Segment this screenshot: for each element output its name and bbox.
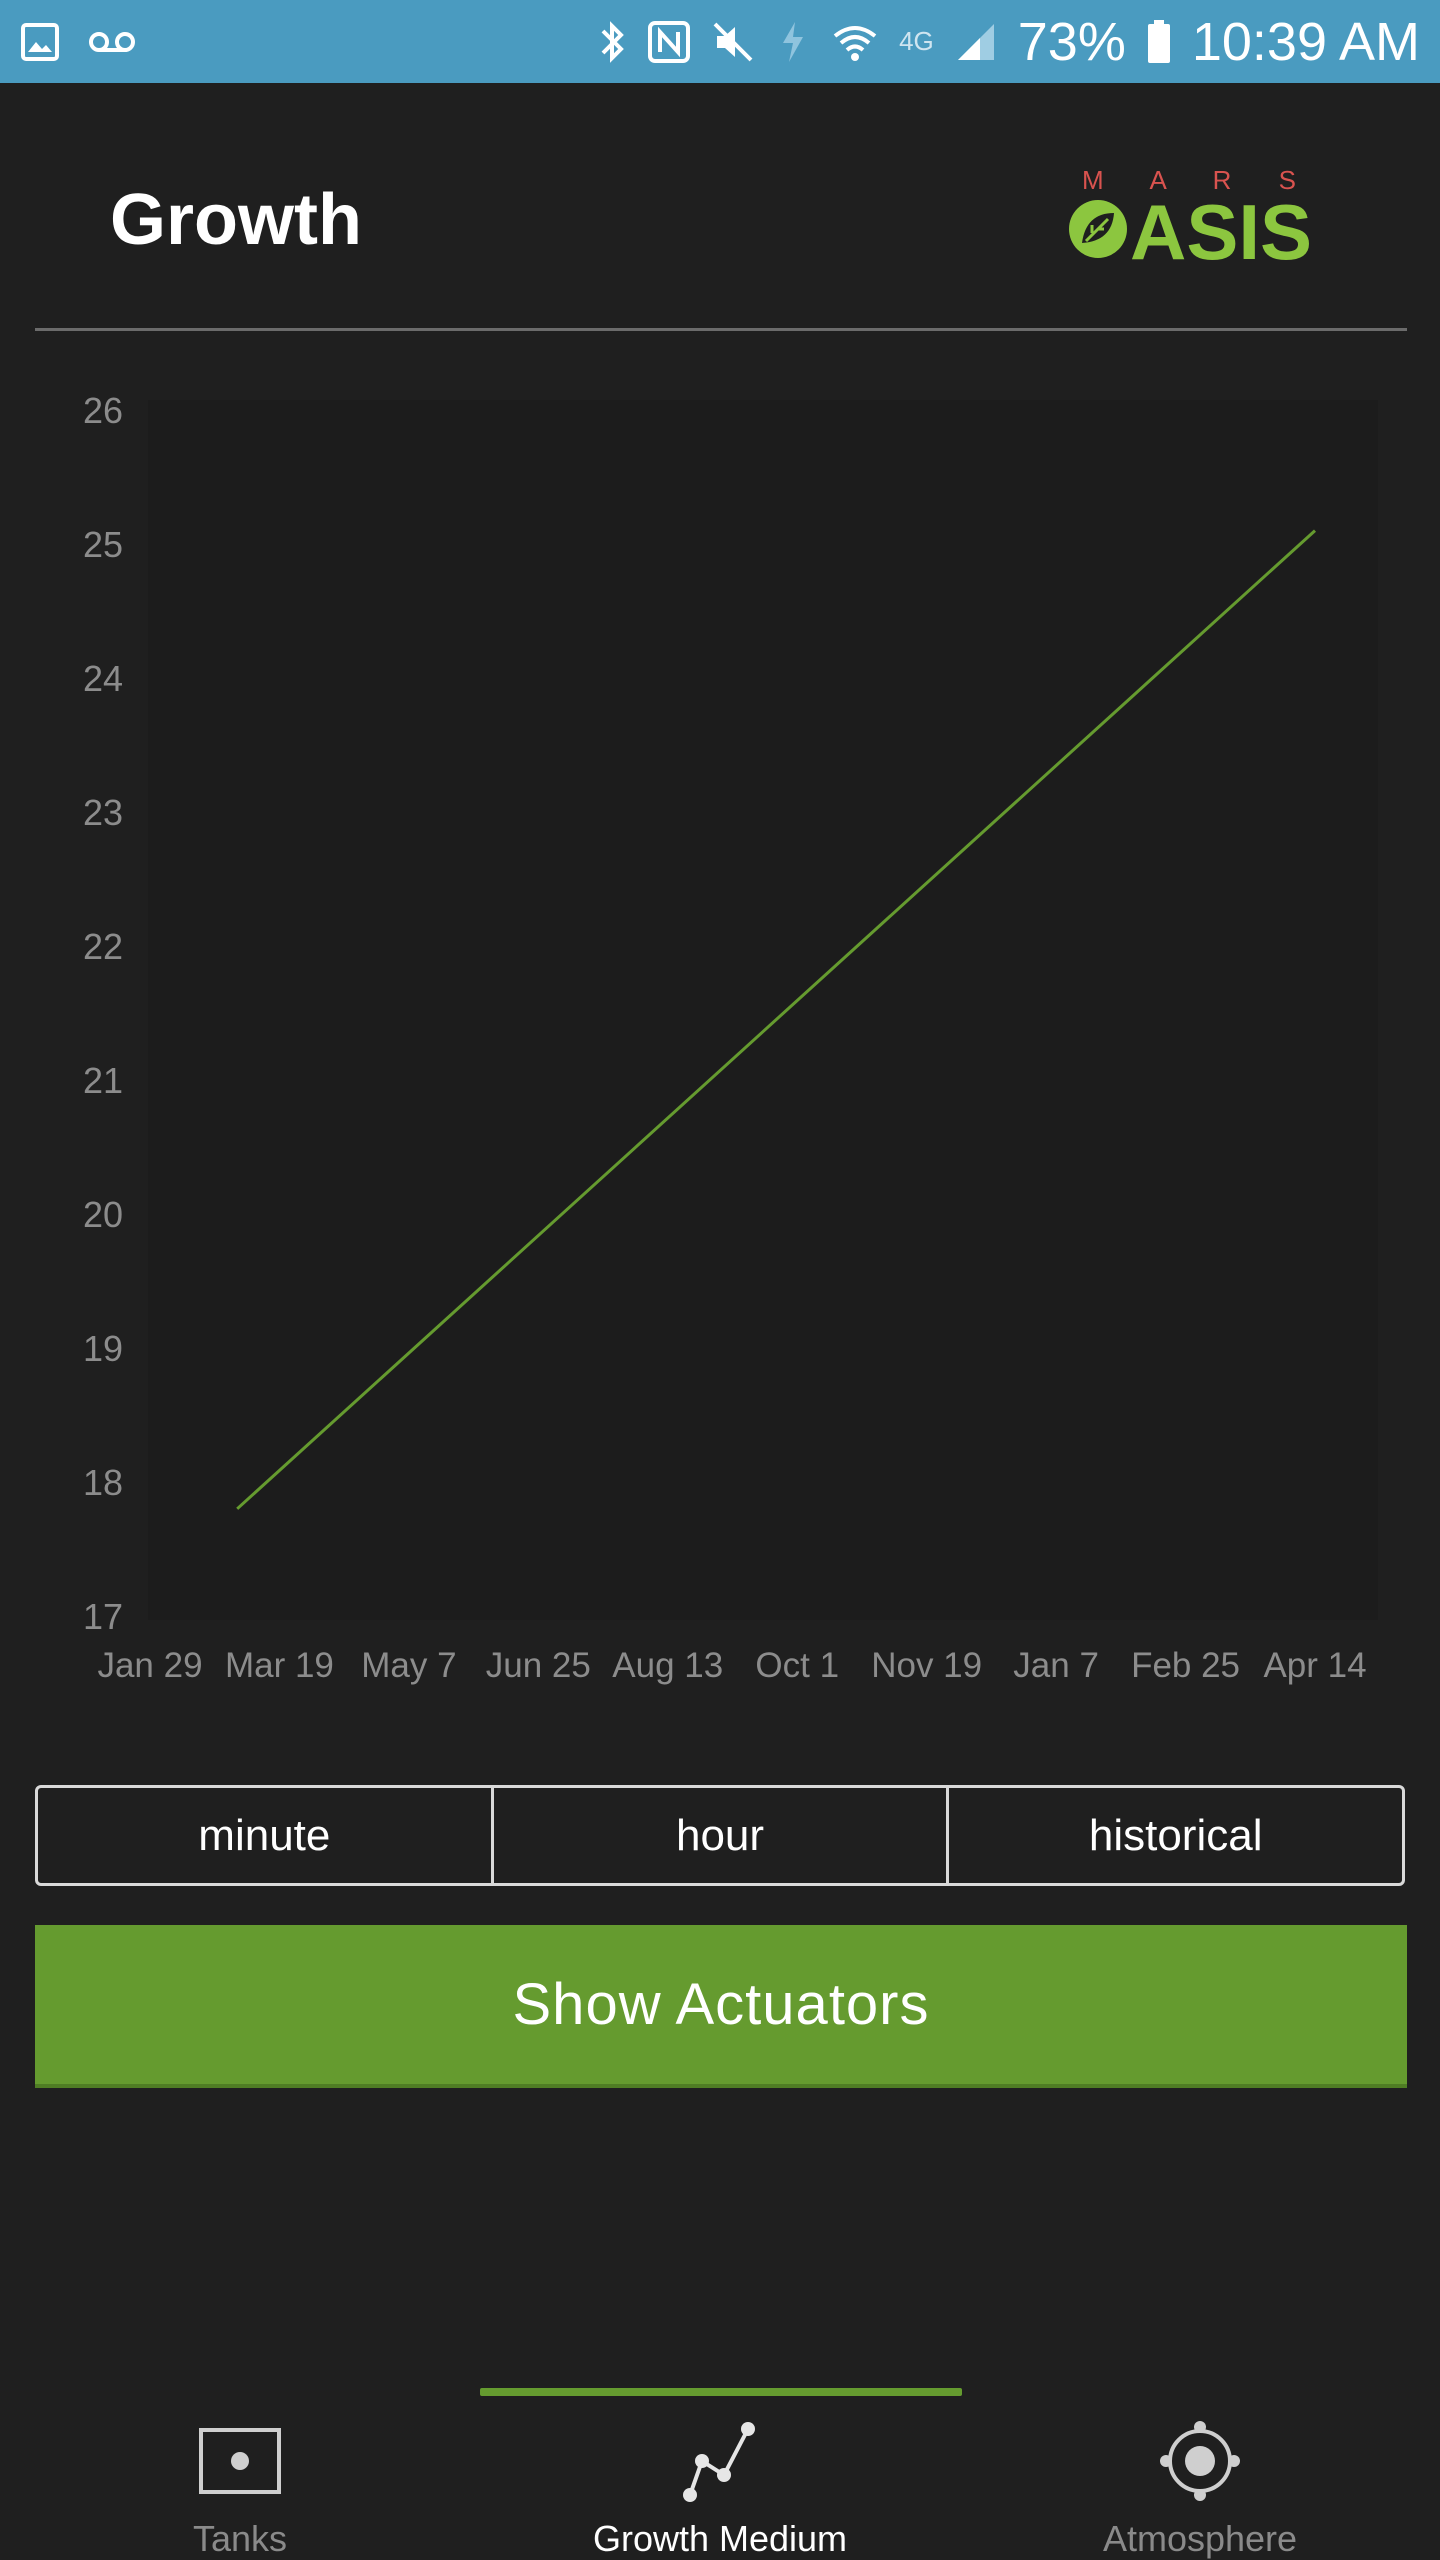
- y-tick-label: 19: [83, 1328, 123, 1369]
- active-tab-indicator: [480, 2388, 962, 2396]
- status-bar: 4G 73% 10:39 AM: [0, 0, 1440, 83]
- plot-area: [148, 400, 1378, 1620]
- bottom-nav: Tanks Growth Medium Atmosphere: [0, 2380, 1440, 2560]
- nav-label-atmosphere: Atmosphere: [1102, 2518, 1298, 2559]
- segment-hour[interactable]: hour: [494, 1788, 950, 1883]
- page-title: Growth: [110, 180, 362, 260]
- header: Growth M A R S ASIS: [0, 83, 1440, 330]
- y-tick-label: 23: [83, 792, 123, 833]
- battery-icon: [1146, 19, 1172, 65]
- show-actuators-button[interactable]: Show Actuators: [35, 1925, 1407, 2088]
- y-tick-label: 20: [83, 1194, 123, 1235]
- nav-tab-atmosphere[interactable]: Atmosphere: [960, 2380, 1440, 2560]
- nav-label-growth-medium: Growth Medium: [592, 2518, 848, 2559]
- x-tick-label: Apr 14: [1263, 1646, 1366, 1685]
- growth-chart: 17 18 19 20 21 22 23 24 25 26 Jan 29 Mar 19 May 7 Ju…: [83, 390, 1378, 1685]
- signal-icon: [954, 20, 998, 64]
- segment-minute[interactable]: minute: [38, 1788, 494, 1883]
- logo-main-text: ASIS: [1130, 188, 1312, 273]
- mars-oasis-logo: M A R S ASIS: [1069, 165, 1312, 273]
- mute-icon: [711, 20, 755, 64]
- y-tick-label: 18: [83, 1462, 123, 1503]
- nav-tab-tanks[interactable]: Tanks: [0, 2380, 480, 2560]
- bluetooth-icon: [597, 19, 627, 65]
- nfc-icon: [647, 20, 691, 64]
- x-tick-label: Feb 25: [1131, 1646, 1240, 1685]
- header-divider: [35, 328, 1407, 331]
- x-axis: Jan 29 Mar 19 May 7 Jun 25 Aug 13 Oct 1 Nov 19…: [97, 1646, 1366, 1685]
- y-tick-label: 26: [83, 390, 123, 431]
- x-tick-label: Nov 19: [871, 1646, 982, 1685]
- y-tick-label: 21: [83, 1060, 123, 1101]
- y-tick-label: 17: [83, 1596, 123, 1637]
- data-saver-icon: [775, 19, 811, 65]
- x-tick-label: Jun 25: [486, 1646, 591, 1685]
- network-type: 4G: [899, 26, 934, 56]
- x-tick-label: Mar 19: [225, 1646, 334, 1685]
- x-tick-label: Oct 1: [755, 1646, 839, 1685]
- x-tick-label: Aug 13: [612, 1646, 723, 1685]
- y-axis: 17 18 19 20 21 22 23 24 25 26: [83, 390, 123, 1637]
- segment-historical[interactable]: historical: [949, 1788, 1402, 1883]
- x-tick-label: Jan 29: [97, 1646, 202, 1685]
- wifi-icon: [831, 20, 879, 64]
- atmosphere-icon: [1155, 2416, 1245, 2506]
- tank-icon: [195, 2416, 285, 2506]
- y-tick-label: 25: [83, 524, 123, 565]
- gallery-icon: [20, 22, 60, 62]
- status-right-icons: 4G 73% 10:39 AM: [597, 11, 1420, 73]
- time-range-selector: minute hour historical: [35, 1785, 1405, 1886]
- voicemail-icon: [88, 28, 136, 56]
- nav-label-tanks: Tanks: [192, 2518, 288, 2559]
- nav-tab-growth-medium[interactable]: Growth Medium: [480, 2380, 962, 2560]
- growth-chart-icon: [675, 2416, 765, 2506]
- y-tick-label: 24: [83, 658, 123, 699]
- x-tick-label: Jan 7: [1013, 1646, 1099, 1685]
- status-left-icons: [20, 22, 136, 62]
- battery-percent: 73%: [1017, 11, 1126, 72]
- y-tick-label: 22: [83, 926, 123, 967]
- x-tick-label: May 7: [361, 1646, 456, 1685]
- clock: 10:39 AM: [1191, 11, 1420, 72]
